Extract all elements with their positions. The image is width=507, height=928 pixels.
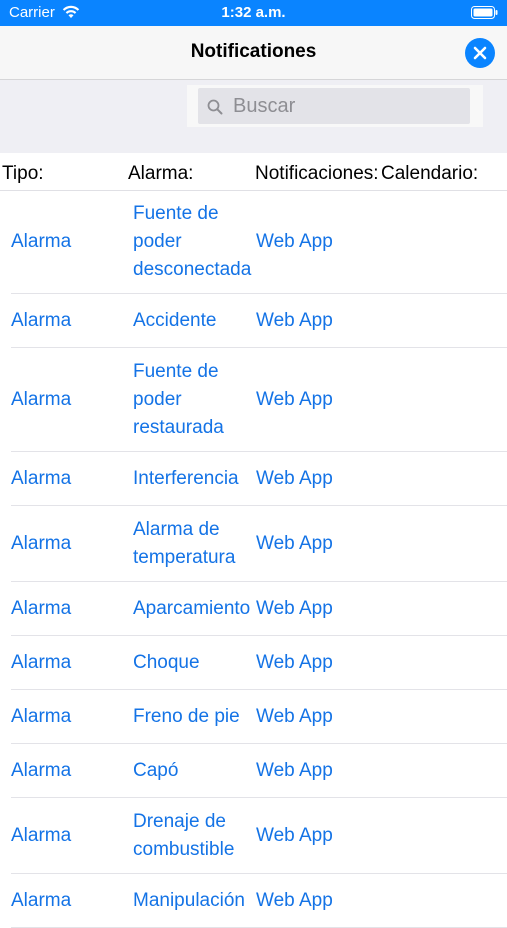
search-placeholder: Buscar bbox=[233, 95, 296, 117]
cell-alarma: Aparcamiento bbox=[133, 597, 251, 619]
cell-tipo: Alarma bbox=[11, 759, 72, 781]
cell-tipo: Alarma bbox=[11, 597, 72, 619]
status-bar: Carrier 1:32 a.m. bbox=[0, 0, 507, 26]
cell-tipo: Alarma bbox=[11, 889, 72, 911]
table-row[interactable]: Alarma Freno de pie Web App bbox=[11, 690, 507, 744]
cell-tipo: Alarma bbox=[11, 309, 72, 331]
cell-notificaciones: Web App bbox=[256, 309, 333, 331]
table-row[interactable]: Alarma Interferencia Web App bbox=[11, 452, 507, 506]
cell-tipo: Alarma bbox=[11, 705, 72, 727]
cell-alarma: Choque bbox=[133, 651, 200, 673]
search-area: Buscar bbox=[0, 80, 507, 153]
header-calendario: Calendario: bbox=[381, 163, 479, 184]
cell-alarma: Interferencia bbox=[133, 467, 239, 489]
table-row[interactable]: Alarma Manipulación Web App bbox=[11, 874, 507, 928]
cell-notificaciones: Web App bbox=[256, 532, 333, 554]
cell-alarma: Fuente de poder restaurada bbox=[133, 360, 224, 438]
page-title: Notificationes bbox=[190, 41, 317, 62]
cell-notificaciones: Web App bbox=[256, 705, 333, 727]
battery-icon bbox=[471, 6, 498, 19]
cell-notificaciones: Web App bbox=[256, 597, 333, 619]
cell-alarma: Freno de pie bbox=[133, 705, 240, 727]
cell-tipo: Alarma bbox=[11, 388, 72, 410]
cell-notificaciones: Web App bbox=[256, 889, 333, 911]
cell-notificaciones: Web App bbox=[256, 759, 333, 781]
table-row[interactable]: Alarma Choque Web App bbox=[11, 636, 507, 690]
search-input[interactable]: Buscar bbox=[198, 88, 470, 124]
table-row[interactable]: Alarma Accidente Web App bbox=[11, 294, 507, 348]
cell-alarma: Drenaje de combustible bbox=[133, 810, 235, 860]
cell-alarma: Manipulación bbox=[133, 889, 245, 911]
cell-notificaciones: Web App bbox=[256, 651, 333, 673]
header-tipo: Tipo: bbox=[2, 163, 44, 184]
cell-notificaciones: Web App bbox=[256, 388, 333, 410]
cell-alarma: Accidente bbox=[133, 309, 217, 331]
close-button[interactable] bbox=[465, 38, 495, 68]
close-icon bbox=[473, 46, 487, 60]
table-row[interactable]: Alarma Capó Web App bbox=[11, 744, 507, 798]
cell-alarma: Fuente de poder desconectada bbox=[133, 202, 252, 280]
header-alarma: Alarma: bbox=[128, 163, 194, 184]
cell-tipo: Alarma bbox=[11, 651, 72, 673]
table-row[interactable]: Alarma Aparcamiento Web App bbox=[11, 582, 507, 636]
table-row[interactable]: Alarma Fuente de poder desconectada Web Ap… bbox=[11, 190, 507, 294]
cell-alarma: Alarma de temperatura bbox=[133, 518, 236, 568]
search-bar: Buscar bbox=[187, 85, 483, 127]
header-notificaciones: Notificaciones: bbox=[255, 163, 379, 184]
cell-notificaciones: Web App bbox=[256, 467, 333, 489]
notification-list: Alarma Fuente de poder desconectada Web Ap… bbox=[0, 190, 507, 928]
status-time: 1:32 a.m. bbox=[221, 4, 286, 21]
navigation-bar: Notificationes bbox=[0, 26, 507, 80]
cell-tipo: Alarma bbox=[11, 230, 72, 252]
cell-tipo: Alarma bbox=[11, 467, 72, 489]
cell-tipo: Alarma bbox=[11, 532, 72, 554]
cell-tipo: Alarma bbox=[11, 824, 72, 846]
cell-notificaciones: Web App bbox=[256, 824, 333, 846]
table-header: Tipo: Alarma: Notificaciones: Calendario… bbox=[0, 153, 507, 191]
table-row[interactable]: Alarma Alarma de temperatura Web App bbox=[11, 506, 507, 582]
cell-notificaciones: Web App bbox=[256, 230, 333, 252]
cell-alarma: Capó bbox=[133, 759, 179, 781]
search-icon bbox=[207, 99, 223, 115]
table-row[interactable]: Alarma Drenaje de combustible Web App bbox=[11, 798, 507, 874]
table-row[interactable]: Alarma Fuente de poder restaurada Web App bbox=[11, 348, 507, 452]
